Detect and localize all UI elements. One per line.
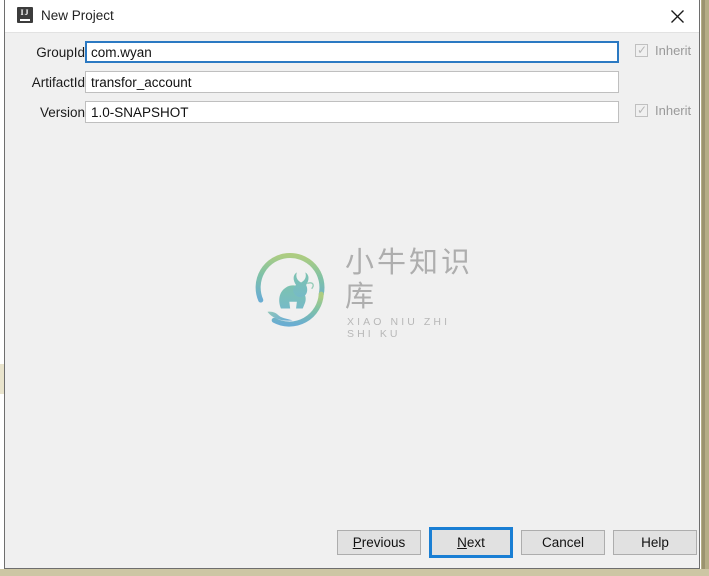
previous-button[interactable]: Previous bbox=[337, 530, 421, 555]
next-button[interactable]: Next bbox=[429, 527, 513, 558]
app-icon-underline bbox=[20, 19, 30, 21]
intellij-idea-icon: IJ bbox=[17, 7, 33, 23]
artifactid-label: ArtifactId bbox=[31, 75, 85, 90]
desktop-strip-right-inner bbox=[702, 0, 705, 576]
form-row-version: Version ✓ Inherit bbox=[5, 101, 699, 131]
cancel-button-label: Cancel bbox=[541, 535, 585, 550]
watermark-pinyin: XIAO NIU ZHI SHI KU bbox=[347, 315, 451, 340]
window-title: New Project bbox=[41, 8, 114, 23]
ox-circle-logo bbox=[255, 252, 325, 327]
groupid-inherit-checkbox[interactable]: ✓ Inherit bbox=[635, 43, 691, 58]
help-button-label: Help bbox=[641, 535, 669, 550]
groupid-input[interactable] bbox=[85, 41, 619, 63]
app-icon-text: IJ bbox=[20, 8, 30, 17]
form-row-artifactid: ArtifactId bbox=[5, 71, 699, 101]
watermark-chinese: 小牛知识库 bbox=[345, 244, 474, 313]
next-button-label: ext bbox=[466, 535, 485, 550]
checkbox-box-icon: ✓ bbox=[635, 103, 648, 117]
groupid-inherit-label: Inherit bbox=[655, 43, 692, 58]
previous-button-mnemonic: P bbox=[352, 535, 362, 550]
dialog-button-bar: Previous Next Cancel Help bbox=[5, 516, 699, 568]
desktop-strip-bottom bbox=[0, 569, 709, 576]
artifactid-input[interactable] bbox=[85, 71, 619, 93]
version-inherit-checkbox[interactable]: ✓ Inherit bbox=[635, 103, 691, 118]
cancel-button[interactable]: Cancel bbox=[521, 530, 605, 555]
close-icon bbox=[670, 9, 684, 23]
watermark: 小牛知识库 XIAO NIU ZHI SHI KU bbox=[249, 245, 473, 340]
checkmark-icon: ✓ bbox=[637, 43, 648, 57]
title-bar: IJ New Project bbox=[5, 0, 699, 33]
new-project-dialog: IJ New Project GroupId ✓ Inherit Artifac… bbox=[4, 0, 700, 569]
form-row-groupid: GroupId ✓ Inherit bbox=[5, 41, 699, 71]
version-input[interactable] bbox=[85, 101, 619, 123]
watermark-text: 小牛知识库 XIAO NIU ZHI SHI KU bbox=[345, 241, 473, 340]
close-button[interactable] bbox=[655, 0, 699, 32]
previous-button-label: revious bbox=[361, 535, 406, 550]
version-label: Version bbox=[39, 105, 85, 120]
checkmark-icon: ✓ bbox=[637, 103, 648, 117]
checkbox-box-icon: ✓ bbox=[635, 43, 648, 57]
next-button-mnemonic: N bbox=[457, 535, 467, 550]
help-button[interactable]: Help bbox=[613, 530, 697, 555]
groupid-label: GroupId bbox=[36, 45, 85, 60]
version-inherit-label: Inherit bbox=[655, 103, 692, 118]
